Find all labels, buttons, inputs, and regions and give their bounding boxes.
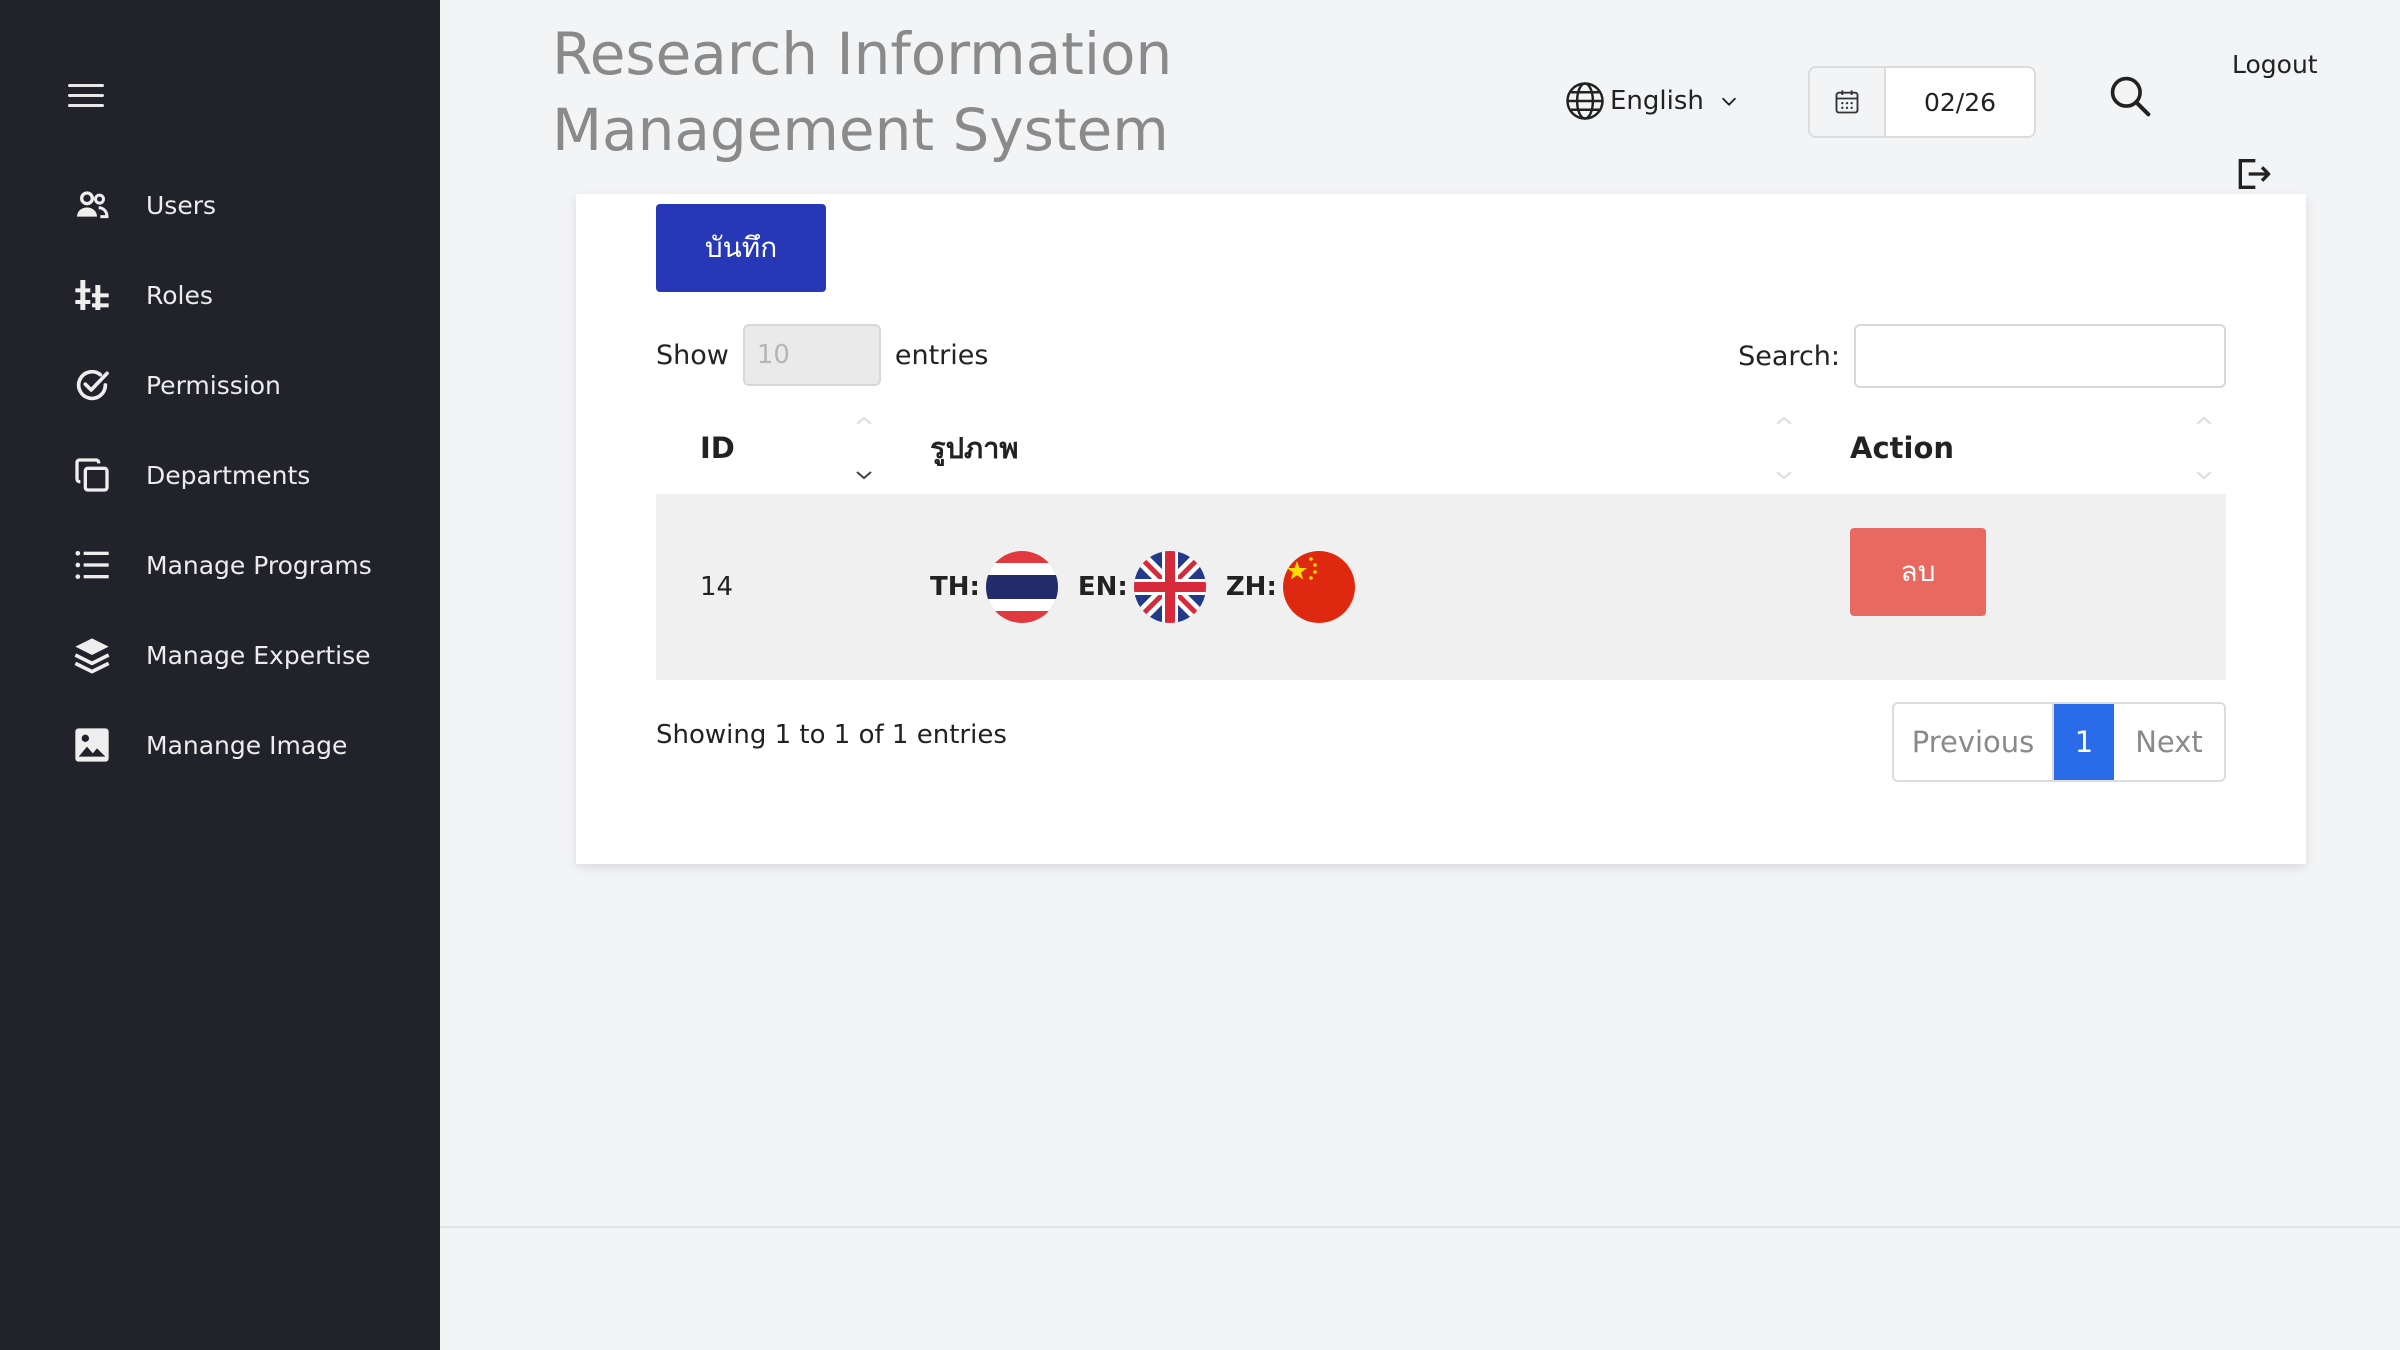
image-table: ID รูปภาพ Action 14 TH: EN: ZH: ลบ xyxy=(656,402,2226,680)
china-flag-icon xyxy=(1282,551,1355,623)
sidebar-item-label: Departments xyxy=(146,460,311,490)
entries-select[interactable]: 10 xyxy=(742,324,881,386)
footer-divider xyxy=(440,1226,2400,1228)
image-icon xyxy=(72,725,112,765)
thailand-flag-icon xyxy=(985,551,1058,623)
id-cell: 14 xyxy=(656,494,886,680)
sidebar-item-departments[interactable]: Departments xyxy=(0,430,440,520)
language-label: English xyxy=(1610,86,1704,116)
sidebar-nav: Users Roles Permission Departments Manag… xyxy=(0,160,440,790)
sidebar-item-manage-expertise[interactable]: Manage Expertise xyxy=(0,610,440,700)
sidebar-item-manage-programs[interactable]: Manage Programs xyxy=(0,520,440,610)
logout-icon xyxy=(2232,102,2272,189)
sidebar-item-label: Manage Expertise xyxy=(146,640,371,670)
logout-label: Logout xyxy=(2232,50,2318,79)
flag-list: TH: EN: ZH: xyxy=(930,551,1806,623)
column-header-action[interactable]: Action xyxy=(1806,402,2226,494)
sidebar-item-label: Users xyxy=(146,190,217,220)
logout-button[interactable]: Logout xyxy=(2232,50,2372,189)
search-input[interactable] xyxy=(1854,324,2226,388)
list-icon xyxy=(72,545,112,585)
globe-icon xyxy=(1566,82,1604,120)
column-header-label: ID xyxy=(700,431,735,465)
column-header-id[interactable]: ID xyxy=(656,402,886,494)
sort-icon xyxy=(2192,410,2216,486)
page-button-current[interactable]: 1 xyxy=(2054,704,2114,780)
users-icon xyxy=(72,185,112,225)
search-label: Search: xyxy=(1738,340,1840,372)
table-header-row: ID รูปภาพ Action xyxy=(656,402,2226,494)
language-selector[interactable]: English xyxy=(1564,80,1740,122)
uk-flag-icon xyxy=(1133,551,1206,623)
column-header-label: Action xyxy=(1850,431,1955,465)
entries-length-control: Show 10 entries xyxy=(656,324,988,386)
departments-icon xyxy=(72,455,112,495)
date-field[interactable]: 02/26 xyxy=(1886,68,2034,136)
sidebar-item-label: Manage Programs xyxy=(146,550,372,580)
table-info: Showing 1 to 1 of 1 entries xyxy=(656,720,1007,750)
table-row: 14 TH: EN: ZH: ลบ xyxy=(656,494,2226,680)
column-header-label: รูปภาพ xyxy=(930,431,1019,465)
date-picker[interactable]: 02/26 xyxy=(1808,66,2036,138)
chevron-down-icon xyxy=(1721,97,1736,106)
image-management-card: บันทึก Show 10 entries Search: ID รูปภาพ xyxy=(576,194,2306,864)
sidebar-item-permission[interactable]: Permission xyxy=(0,340,440,430)
flag-label-th: TH: xyxy=(930,572,980,602)
flag-label-en: EN: xyxy=(1077,572,1128,602)
sidebar-item-label: Manange Image xyxy=(146,730,348,760)
delete-button[interactable]: ลบ xyxy=(1850,528,1986,616)
search-icon[interactable] xyxy=(2108,74,2152,118)
calendar-icon[interactable] xyxy=(1810,68,1886,136)
sidebar-item-users[interactable]: Users xyxy=(0,160,440,250)
sort-icon xyxy=(1772,410,1796,486)
sort-icon xyxy=(852,410,876,486)
save-button[interactable]: บันทึก xyxy=(656,204,826,292)
show-label: Show xyxy=(656,339,729,371)
sidebar-item-label: Roles xyxy=(146,280,213,310)
menu-toggle-icon[interactable] xyxy=(68,80,104,110)
next-page-button[interactable]: Next xyxy=(2114,704,2224,780)
action-cell: ลบ xyxy=(1806,494,2226,680)
entries-label: entries xyxy=(894,339,989,371)
roles-icon xyxy=(72,275,112,315)
sidebar-item-roles[interactable]: Roles xyxy=(0,250,440,340)
table-search: Search: xyxy=(1738,324,2226,388)
layers-icon xyxy=(72,635,112,675)
column-header-image[interactable]: รูปภาพ xyxy=(886,402,1806,494)
app-title: Research Information Management System xyxy=(552,20,1173,164)
sidebar: Users Roles Permission Departments Manag… xyxy=(0,0,440,1350)
permission-icon xyxy=(72,365,112,405)
top-header: Research Information Management System E… xyxy=(440,0,2400,190)
flag-label-zh: ZH: xyxy=(1225,572,1277,602)
image-cell: TH: EN: ZH: xyxy=(886,494,1806,680)
sidebar-item-manage-image[interactable]: Manange Image xyxy=(0,700,440,790)
sidebar-item-label: Permission xyxy=(146,370,281,400)
pagination: Previous 1 Next xyxy=(1892,702,2226,782)
previous-page-button[interactable]: Previous xyxy=(1894,704,2054,780)
